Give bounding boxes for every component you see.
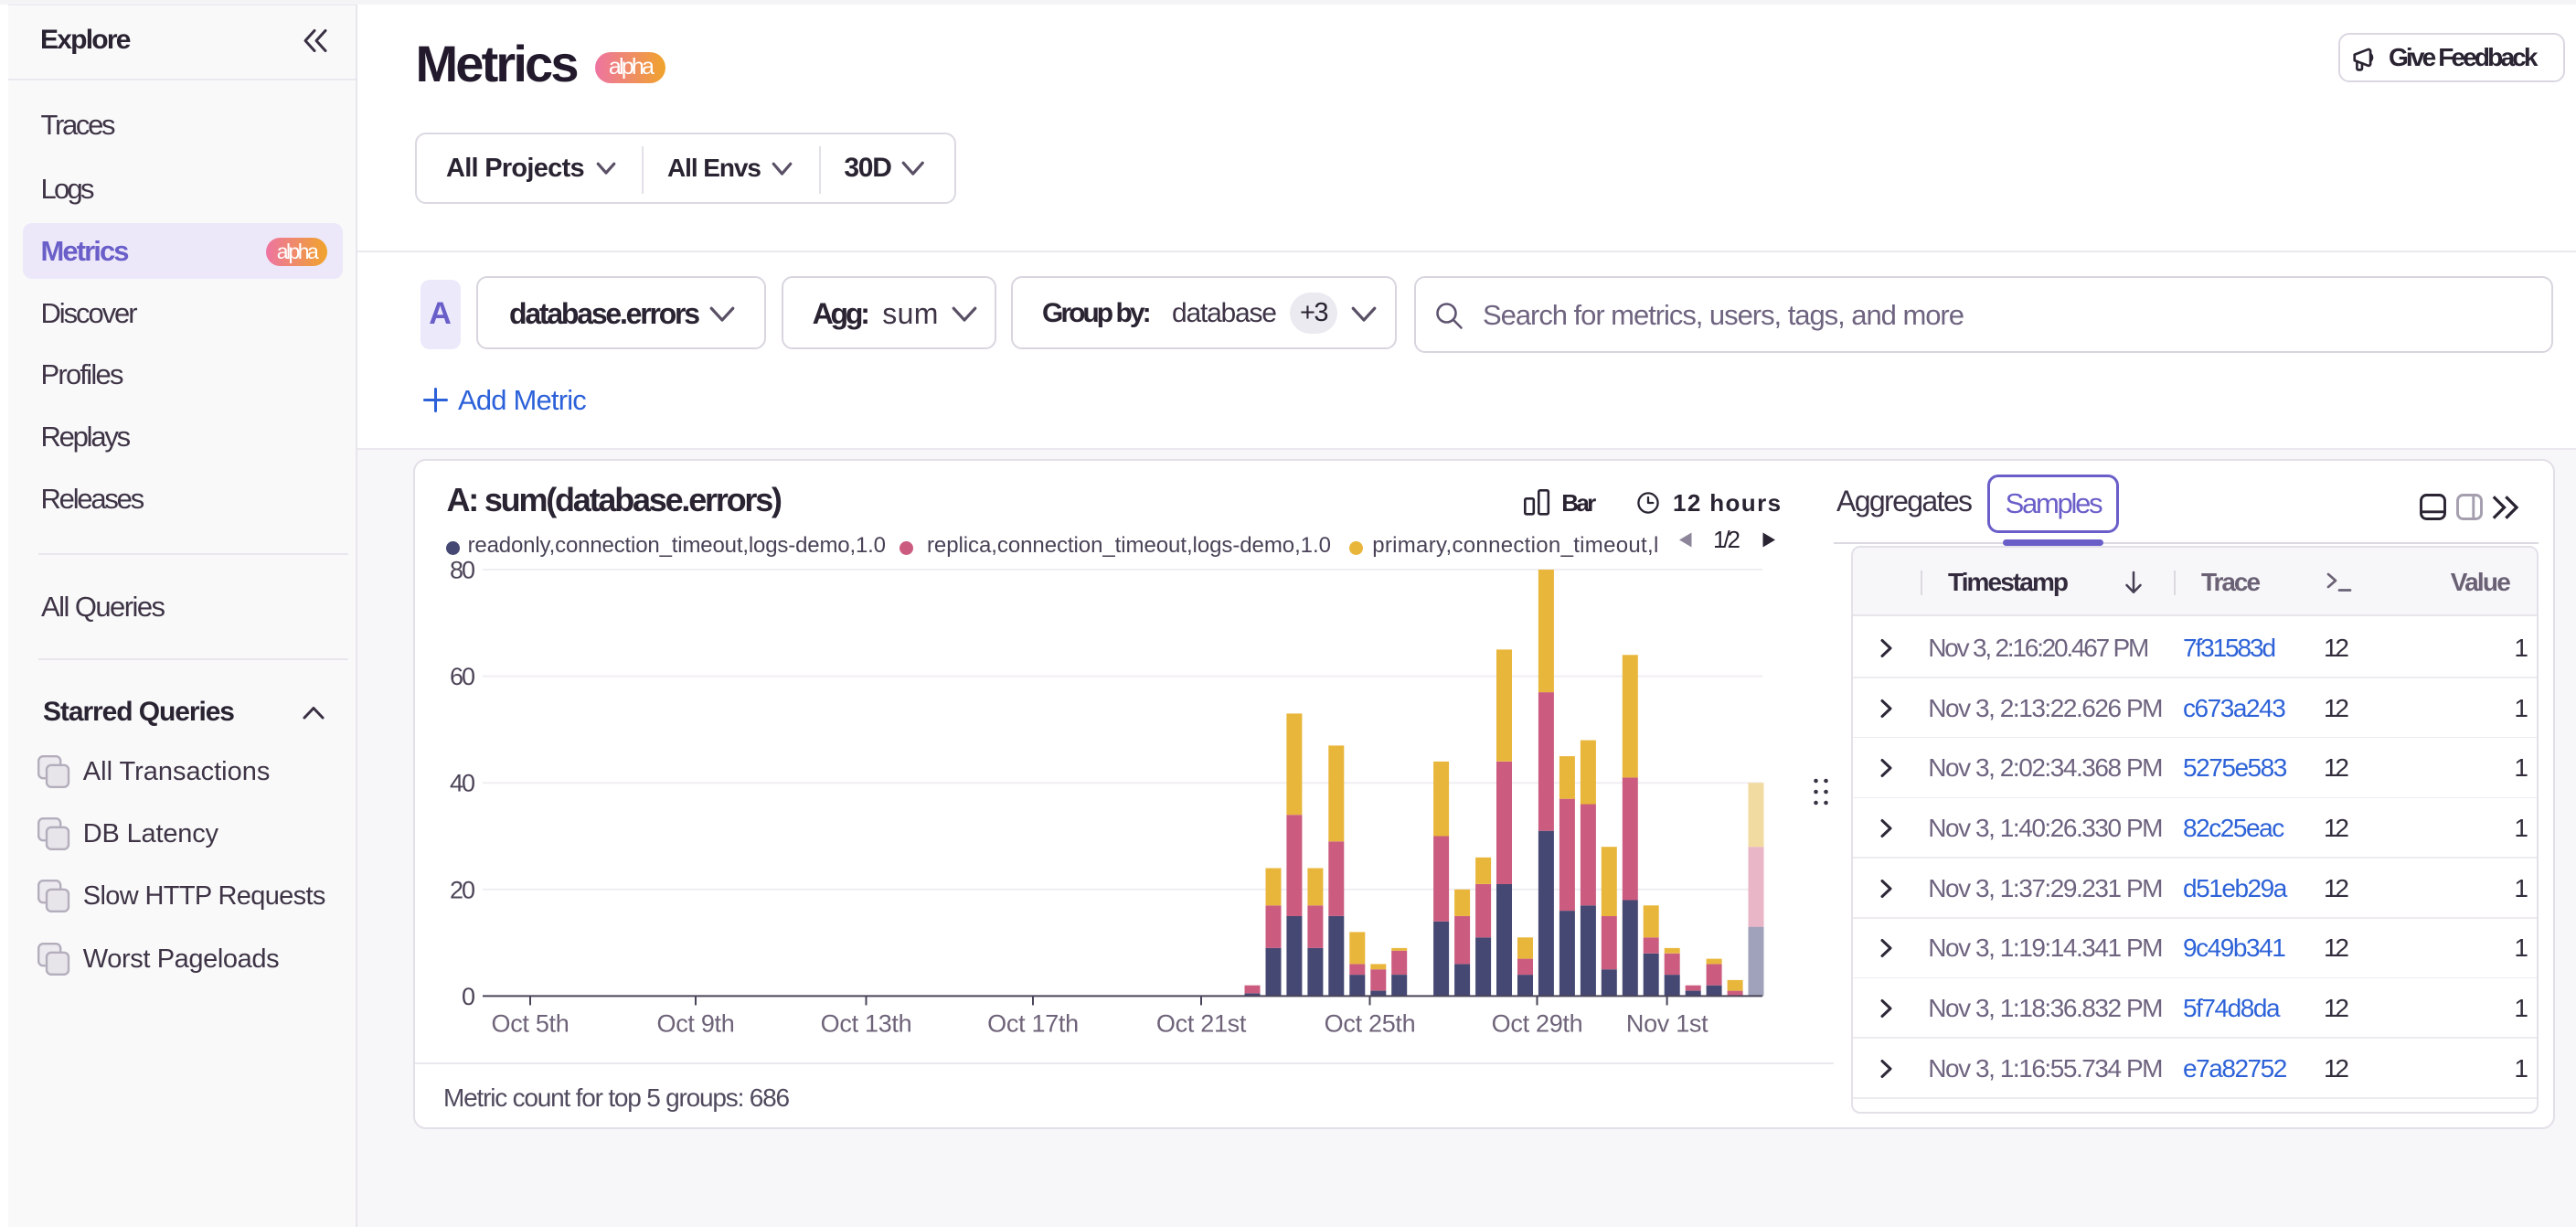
- svg-text:Oct 9th: Oct 9th: [657, 1010, 735, 1038]
- svg-text:Oct 17th: Oct 17th: [987, 1010, 1079, 1038]
- svg-text:20: 20: [450, 876, 474, 903]
- svg-text:Oct 5th: Oct 5th: [492, 1010, 569, 1038]
- svg-text:0: 0: [462, 983, 474, 1010]
- svg-text:Oct 29th: Oct 29th: [1492, 1010, 1583, 1038]
- svg-text:40: 40: [450, 770, 474, 797]
- svg-text:80: 80: [450, 557, 474, 584]
- svg-text:Oct 25th: Oct 25th: [1325, 1010, 1416, 1038]
- svg-text:Oct 13th: Oct 13th: [821, 1010, 912, 1038]
- svg-text:60: 60: [450, 663, 474, 690]
- svg-text:Nov 1st: Nov 1st: [1626, 1010, 1708, 1038]
- svg-text:Oct 21st: Oct 21st: [1156, 1010, 1247, 1038]
